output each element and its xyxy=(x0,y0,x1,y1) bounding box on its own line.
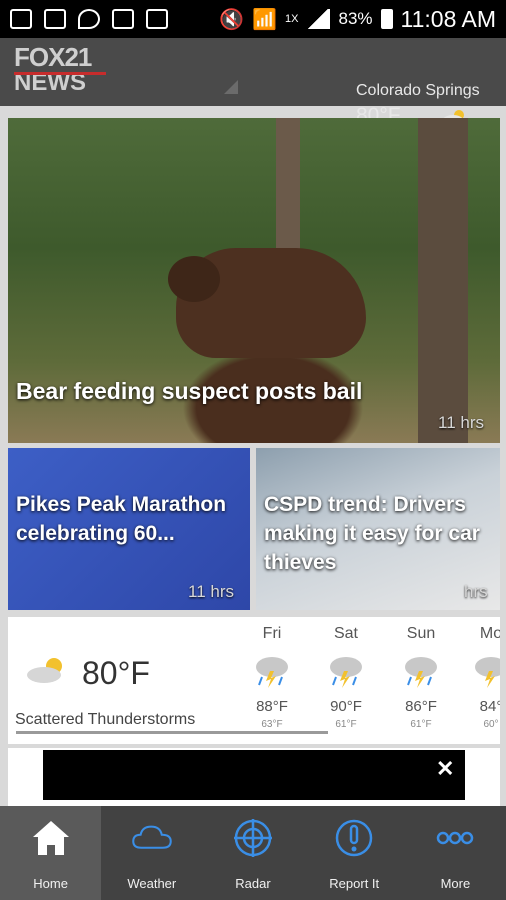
forecast-high: 88°F xyxy=(256,698,288,715)
image-icon xyxy=(112,9,134,29)
nav-item-more[interactable]: More xyxy=(405,806,506,900)
cloud-icon xyxy=(132,825,172,849)
nav-label: Weather xyxy=(127,876,177,891)
story-headline: Pikes Peak Marathon celebrating 60... xyxy=(16,493,227,545)
logo-stripe xyxy=(14,72,106,75)
report-icon xyxy=(335,819,373,857)
forecast-high: 84° xyxy=(479,698,500,715)
battery-percent: 83% xyxy=(338,9,373,28)
forecast-low: 61°F xyxy=(335,719,357,730)
bottom-nav: Home Weather Radar Report It More xyxy=(0,806,506,900)
nav-label: Radar xyxy=(235,876,271,891)
forecast-day-name: Sun xyxy=(406,625,436,642)
app-header: FOX21 NEWS Colorado Springs 80°F xyxy=(0,38,506,127)
fox21-news-logo[interactable]: FOX21 NEWS xyxy=(14,44,106,100)
forecast-scrollbar[interactable] xyxy=(16,731,328,734)
wifi-icon: 📶 xyxy=(252,8,278,31)
thunderstorm-icon xyxy=(256,657,288,688)
story-headline: CSPD trend: Drivers making it easy for c… xyxy=(264,493,480,574)
forecast-high: 90°F xyxy=(330,698,362,715)
email-icon xyxy=(146,9,168,29)
hero-story-card[interactable]: Bear feeding suspect posts bail 11 hrs xyxy=(8,118,500,443)
story-time: hrs xyxy=(464,582,488,601)
ad-content[interactable] xyxy=(43,750,465,800)
mute-icon: 🔇 xyxy=(219,8,245,31)
weather-condition: Scattered Thunderstorms xyxy=(15,711,196,728)
nav-label: More xyxy=(440,876,471,891)
battery-icon xyxy=(380,9,393,29)
forecast-day-name: Sat xyxy=(333,625,358,642)
signal-icon xyxy=(306,9,331,29)
forecast-low: 60° xyxy=(483,719,499,730)
forecast-low: 63°F xyxy=(261,719,283,730)
facebook-icon xyxy=(44,9,66,29)
nav-item-home[interactable]: Home xyxy=(0,806,102,900)
location-name: Colorado Springs xyxy=(356,82,480,99)
logo-text-top: FOX21 xyxy=(14,42,92,72)
hero-headline: Bear feeding suspect posts bail xyxy=(16,378,363,404)
forecast-day[interactable]: Sat 90°F 61°F xyxy=(321,625,371,730)
nav-item-weather[interactable]: Weather xyxy=(101,806,202,900)
hero-time: 11 hrs xyxy=(438,413,484,432)
dropdown-indicator-icon[interactable] xyxy=(224,80,238,94)
nav-label: Home xyxy=(33,876,68,891)
forecast-day[interactable]: Mo 84° 60° xyxy=(466,625,500,730)
nav-item-report-it[interactable]: Report It xyxy=(304,806,405,900)
message-icon xyxy=(10,9,32,29)
system-icons: 🔇 📶 1X 83% 11:08 AM xyxy=(219,6,496,33)
forecast-day-name: Fri xyxy=(262,625,282,642)
status-bar: 🔇 📶 1X 83% 11:08 AM xyxy=(0,0,506,38)
current-temp: 80°F xyxy=(82,655,150,691)
forecast-low: 61°F xyxy=(410,719,432,730)
more-icon xyxy=(437,831,474,845)
radar-icon xyxy=(234,819,272,857)
clock: 11:08 AM xyxy=(400,5,496,32)
close-icon[interactable]: ✕ xyxy=(436,756,454,782)
home-icon xyxy=(32,821,69,855)
nav-label: Report It xyxy=(329,876,380,891)
story-time: 11 hrs xyxy=(188,582,234,601)
story-card[interactable]: Pikes Peak Marathon celebrating 60... 11… xyxy=(8,448,250,610)
story-card[interactable]: CSPD trend: Drivers making it easy for c… xyxy=(256,448,500,610)
weather-widget[interactable]: 80°F Scattered Thunderstorms Fri 88°F 63… xyxy=(8,617,500,744)
bear-photo-head xyxy=(168,256,220,302)
location-icon xyxy=(78,9,100,29)
forecast-day[interactable]: Fri 88°F 63°F xyxy=(247,625,297,730)
thunderstorm-icon xyxy=(330,657,362,688)
nav-item-radar[interactable]: Radar xyxy=(202,806,303,900)
forecast-day-name: Mo xyxy=(479,625,500,642)
network-label: 1X xyxy=(285,13,299,25)
partly-cloudy-icon xyxy=(27,658,62,683)
thunderstorm-icon xyxy=(405,657,437,688)
forecast-day[interactable]: Sun 86°F 61°F xyxy=(396,625,446,730)
thunderstorm-icon xyxy=(475,657,500,688)
forecast-high: 86°F xyxy=(405,698,437,715)
notification-icons xyxy=(10,9,168,29)
ad-banner[interactable]: ✕ xyxy=(8,748,500,806)
